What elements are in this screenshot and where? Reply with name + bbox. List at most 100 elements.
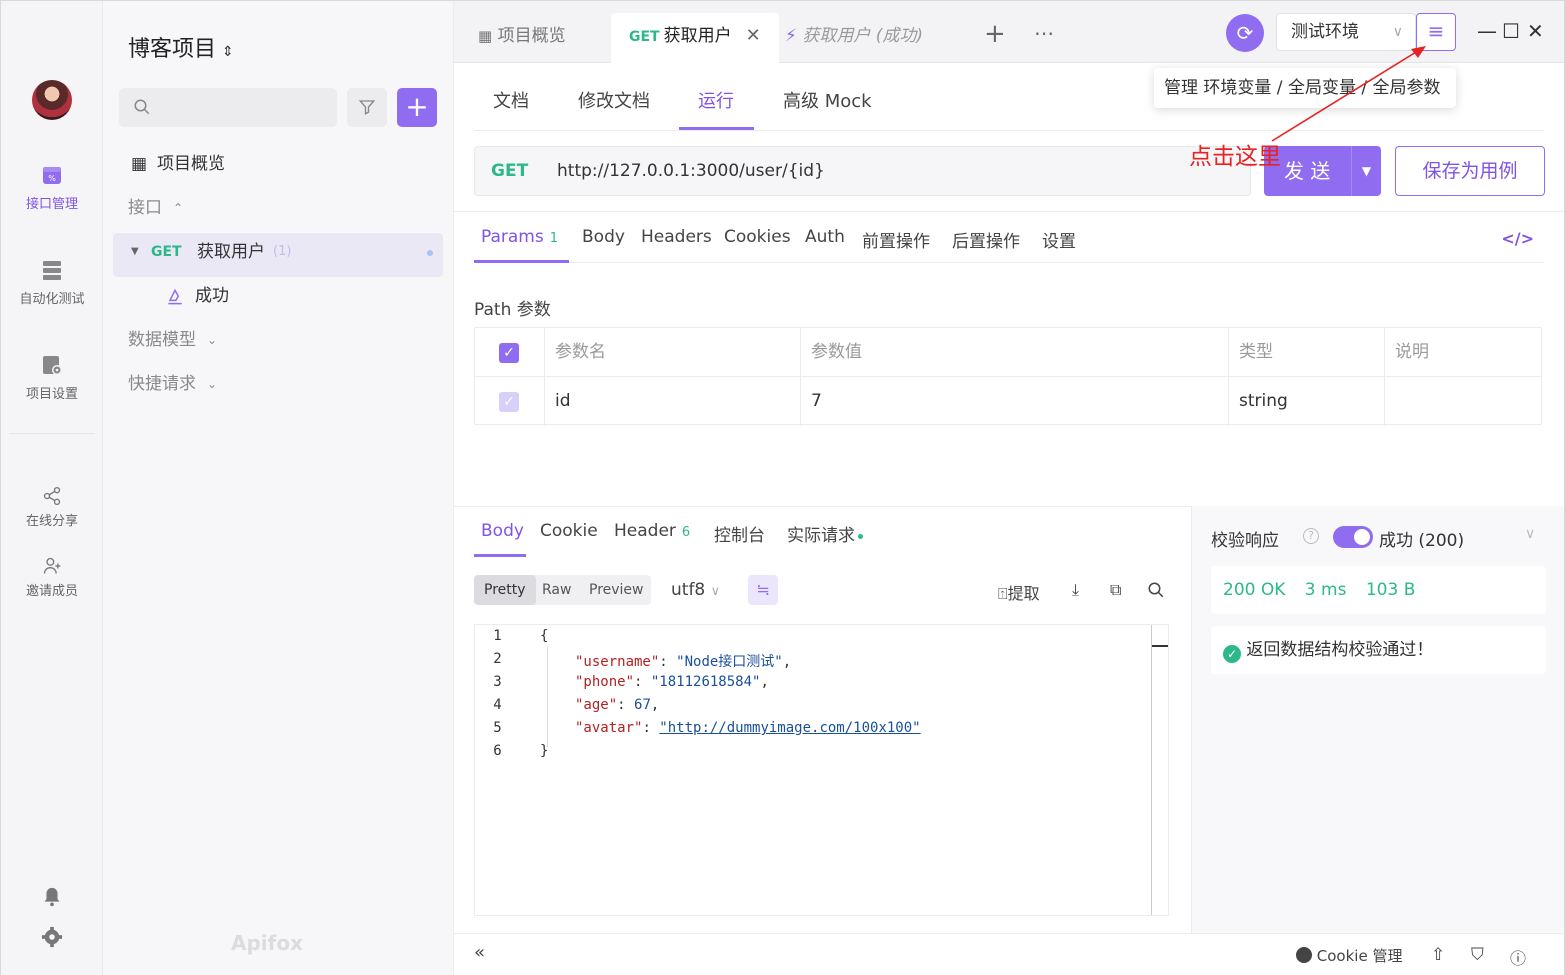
check-circle-icon: ✓: [1223, 645, 1241, 663]
status-code: 200 OK: [1223, 580, 1286, 600]
avatar[interactable]: [32, 80, 72, 120]
tree-item-overview[interactable]: ▦ 项目概览: [113, 145, 443, 189]
column-header: 参数值: [801, 328, 1229, 377]
tab-response-cookie[interactable]: Cookie: [540, 521, 598, 541]
sync-icon[interactable]: ⟳: [1226, 14, 1264, 52]
word-wrap-button[interactable]: ≒: [748, 575, 778, 605]
tab-label: Params: [481, 227, 544, 247]
project-selector[interactable]: 博客项目 ⇕: [128, 31, 234, 63]
subtab-run[interactable]: 运行: [698, 87, 734, 113]
response-editor[interactable]: 1 { 2 "username": "Node接口测试", 3 "phone":…: [474, 624, 1169, 916]
param-name[interactable]: id: [545, 377, 801, 426]
table-row: ✓ id 7 string: [475, 377, 1541, 426]
mode-preview[interactable]: Preview: [589, 575, 644, 605]
gear-icon[interactable]: [41, 926, 63, 948]
tab-headers[interactable]: Headers: [641, 227, 712, 247]
tab-body[interactable]: Body: [582, 227, 625, 247]
subtab-mock[interactable]: 高级 Mock: [783, 87, 872, 113]
rail-item-automation-test[interactable]: 自动化测试: [1, 258, 103, 307]
tab-label: 获取用户: [663, 26, 732, 46]
mode-pretty[interactable]: Pretty: [474, 575, 536, 605]
tab-pre-operations[interactable]: 前置操作: [862, 227, 930, 252]
url-input[interactable]: GET http://127.0.0.1:3000/user/{id}: [474, 146, 1251, 196]
method-select[interactable]: GET: [491, 147, 528, 195]
param-type[interactable]: string: [1229, 377, 1385, 426]
tab-actual-request[interactable]: 实际请求: [787, 521, 863, 546]
mode-raw[interactable]: Raw: [542, 575, 571, 605]
line-number: 1: [493, 628, 502, 644]
subtab-edit-doc[interactable]: 修改文档: [578, 87, 650, 113]
code-icon[interactable]: </>: [1501, 229, 1534, 248]
rail-item-project-settings[interactable]: 项目设置: [1, 353, 103, 402]
svg-text:%: %: [48, 174, 56, 183]
verify-result[interactable]: 成功 (200): [1379, 526, 1464, 551]
select-all-checkbox[interactable]: ✓: [499, 343, 519, 363]
column-header: 说明: [1395, 342, 1429, 362]
tab-get-user-success[interactable]: ⚡ 获取用户 (成功): [767, 13, 941, 63]
filter-button[interactable]: [347, 88, 387, 127]
encoding-select[interactable]: utf8 ∨: [671, 580, 720, 600]
chevron-down-icon[interactable]: ∨: [1525, 526, 1535, 542]
row-checkbox[interactable]: ✓: [499, 392, 519, 412]
rail-item-invite[interactable]: 邀请成员: [1, 556, 103, 599]
active-tab-indicator: [474, 554, 526, 557]
search-icon[interactable]: [1147, 581, 1165, 599]
rail-item-share[interactable]: 在线分享: [1, 486, 103, 529]
tab-auth[interactable]: Auth: [805, 227, 845, 247]
subtab-doc[interactable]: 文档: [493, 87, 529, 113]
tab-settings[interactable]: 设置: [1042, 227, 1076, 252]
api-management-icon: %: [43, 167, 61, 184]
tab-response-header[interactable]: Header 6: [614, 521, 690, 541]
minimize-icon[interactable]: —: [1477, 19, 1497, 43]
path-params-table: ✓ 参数名 参数值 类型 说明 ✓ id 7 string: [474, 327, 1542, 426]
bell-icon[interactable]: [41, 885, 63, 909]
line-number: 6: [493, 743, 502, 759]
close-icon[interactable]: ✕: [746, 25, 761, 46]
copy-icon[interactable]: ⧉: [1110, 580, 1121, 600]
tab-params[interactable]: Params 1: [481, 227, 558, 247]
tree-item-get-user[interactable]: ▼ GET 获取用户 (1): [113, 233, 443, 277]
search-icon: [134, 99, 150, 115]
shirt-icon[interactable]: ⛉: [1471, 945, 1484, 965]
cookie-icon: [1296, 947, 1312, 963]
json-link[interactable]: "http://dummyimage.com/100x100": [659, 720, 920, 736]
tab-overview[interactable]: ▦ 项目概览: [460, 13, 584, 63]
tree-item-case-success[interactable]: 成功: [113, 277, 443, 321]
editor-scrollbar[interactable]: [1151, 625, 1168, 915]
rail-label: 在线分享: [25, 514, 78, 529]
tab-console[interactable]: 控制台: [714, 521, 765, 546]
extract-button[interactable]: ⍐提取: [998, 580, 1040, 604]
window-close-icon[interactable]: ✕: [1527, 19, 1544, 43]
tab-post-operations[interactable]: 后置操作: [952, 227, 1020, 252]
verify-panel: 校验响应 ? 成功 (200) ∨ 200 OK 3 ms 103 B ✓ 返回…: [1191, 506, 1564, 933]
tab-get-user[interactable]: GET 获取用户 ✕: [611, 13, 779, 63]
collapse-icon[interactable]: «: [474, 942, 485, 963]
tree-group-quick[interactable]: 快捷请求 ⌄: [113, 365, 443, 409]
rail-item-api-management[interactable]: % 接口管理: [1, 163, 103, 212]
app-window: % 接口管理 自动化测试 项目设置 在线分享 邀请成员 博客项目 ⇕ + ▦ 项…: [0, 0, 1565, 975]
row-select-cell: ✓: [475, 377, 545, 426]
cookie-manager[interactable]: Cookie 管理: [1296, 945, 1402, 966]
more-icon[interactable]: ⋯: [1034, 21, 1054, 45]
tab-response-body[interactable]: Body: [481, 521, 524, 541]
tree-group-models[interactable]: 数据模型 ⌄: [113, 321, 443, 365]
tab-cookies[interactable]: Cookies: [724, 227, 791, 247]
send-button[interactable]: 发 送 ▼: [1264, 146, 1381, 196]
param-desc[interactable]: [1385, 377, 1541, 426]
filter-icon: [358, 100, 376, 115]
add-button[interactable]: +: [397, 88, 437, 127]
chevron-down-icon[interactable]: ▼: [1351, 146, 1381, 196]
help-icon[interactable]: ?: [1303, 528, 1319, 544]
help-icon[interactable]: ⓘ: [1510, 945, 1526, 969]
tree-group-api[interactable]: 接口 ⌃: [113, 189, 443, 233]
maximize-icon[interactable]: ☐: [1502, 19, 1520, 43]
download-icon[interactable]: ⤓: [1072, 580, 1079, 600]
save-as-case-button[interactable]: 保存为用例: [1395, 146, 1545, 196]
line-number: 2: [493, 651, 502, 667]
verify-toggle[interactable]: [1333, 526, 1373, 548]
search-input[interactable]: [119, 88, 337, 127]
upload-icon[interactable]: ⇧: [1431, 945, 1445, 965]
tree-label: 数据模型: [128, 330, 196, 350]
new-tab-button[interactable]: +: [984, 19, 1006, 49]
param-value[interactable]: 7: [801, 377, 1229, 426]
